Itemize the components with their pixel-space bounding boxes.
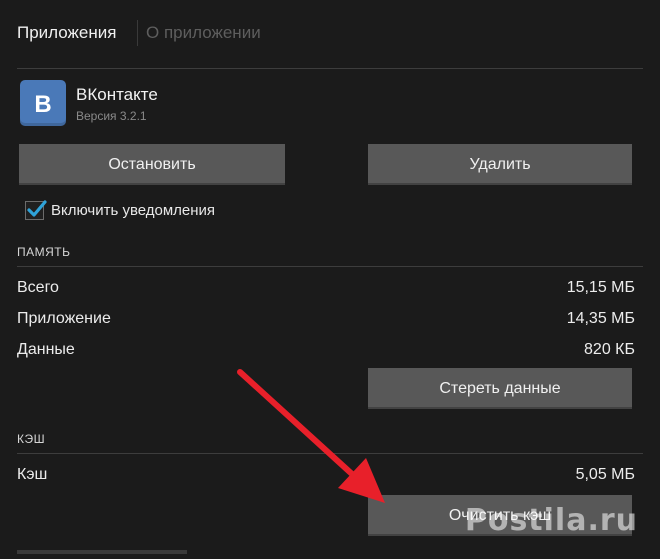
memory-data-label: Данные <box>17 341 75 358</box>
watermark: Postila.ru <box>464 503 638 538</box>
tab-divider <box>137 20 138 46</box>
force-stop-button[interactable]: Остановить <box>19 144 285 185</box>
svg-text:B: B <box>34 91 51 115</box>
memory-data-value: 820 КБ <box>584 341 635 358</box>
cache-section-divider <box>17 453 643 454</box>
memory-section-divider <box>17 266 643 267</box>
clear-data-button[interactable]: Стереть данные <box>368 368 632 409</box>
vk-logo-icon: B <box>20 80 66 126</box>
uninstall-button[interactable]: Удалить <box>368 144 632 185</box>
memory-section-heading: ПАМЯТЬ <box>17 245 71 259</box>
app-info-header: Приложения О приложении <box>0 0 660 68</box>
cache-size-value: 5,05 МБ <box>575 466 635 483</box>
memory-app-label: Приложение <box>17 310 111 327</box>
app-name: ВКонтакте <box>76 85 158 104</box>
tab-about-app[interactable]: О приложении <box>146 22 261 44</box>
cache-section-heading: КЭШ <box>17 432 46 446</box>
notifications-checkbox-label[interactable]: Включить уведомления <box>51 202 215 219</box>
annotation-arrow-icon <box>237 369 385 503</box>
memory-total-label: Всего <box>17 279 59 296</box>
checkmark-icon <box>27 200 47 217</box>
cache-size-label: Кэш <box>17 466 48 483</box>
tab-applications[interactable]: Приложения <box>17 22 116 44</box>
header-divider <box>17 68 643 69</box>
notifications-checkbox[interactable] <box>25 200 47 220</box>
memory-total-value: 15,15 МБ <box>566 279 635 296</box>
app-version: Версия 3.2.1 <box>76 109 147 123</box>
next-section-hint <box>17 550 187 554</box>
memory-app-value: 14,35 МБ <box>566 310 635 327</box>
